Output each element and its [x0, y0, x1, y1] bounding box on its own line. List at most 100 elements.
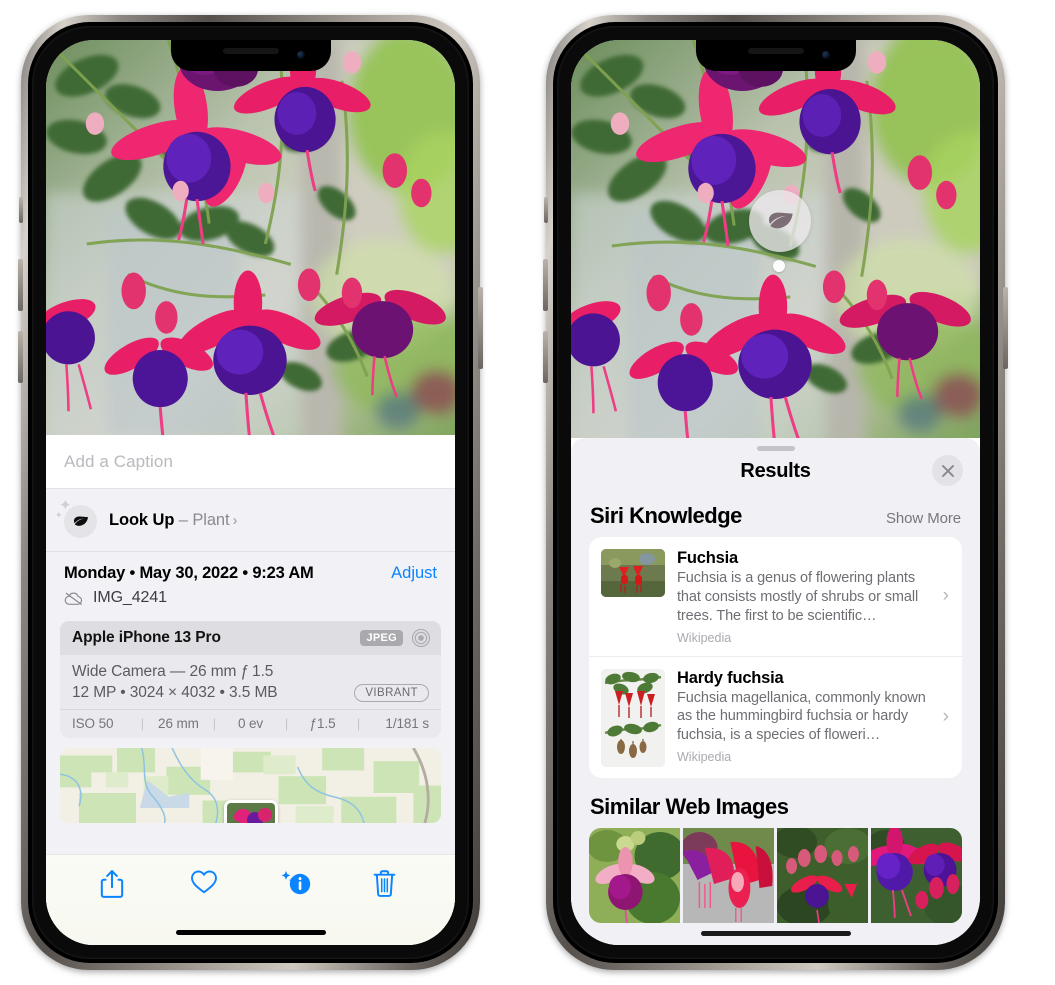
- knowledge-card-body: Hardy fuchsia Fuchsia magellanica, commo…: [677, 669, 950, 765]
- photo-filename: IMG_4241: [93, 589, 167, 606]
- visual-look-up-badge[interactable]: [749, 190, 815, 274]
- knowledge-card-body: Fuchsia Fuchsia is a genus of flowering …: [677, 549, 950, 645]
- knowledge-card-title: Fuchsia: [677, 549, 738, 567]
- siri-knowledge-card-list: Fuchsia Fuchsia is a genus of flowering …: [589, 537, 962, 778]
- photo-artwork: [46, 40, 455, 435]
- leaf-icon: [73, 516, 89, 526]
- date-and-file-row: Monday • May 30, 2022 • 9:23 AM Adjust I…: [46, 552, 455, 617]
- web-image-thumbnail[interactable]: [683, 827, 774, 923]
- web-image-3-art: [777, 827, 868, 923]
- photo-toolbar: [46, 854, 455, 945]
- file-format-badge: JPEG: [360, 630, 403, 646]
- web-image-thumbnail[interactable]: [589, 827, 680, 923]
- map-photo-pin: [223, 800, 278, 823]
- fuchsia-thumbnail-art: [601, 549, 665, 597]
- phone-bezel: Results Siri Knowledge Show More Fuchsia…: [553, 22, 998, 963]
- phone-bezel-inner: Results Siri Knowledge Show More Fuchsia…: [557, 26, 994, 959]
- image-size-info: 12 MP • 3024 × 4032 • 3.5 MB: [72, 684, 278, 701]
- web-image-4-art: [871, 827, 962, 923]
- map-pin-thumbnail: [226, 803, 275, 823]
- camera-details-header: Apple iPhone 13 Pro JPEG: [60, 621, 441, 655]
- similar-web-images-header: Similar Web Images: [571, 778, 980, 828]
- phone-left-photo-info: Add a Caption ✦ ✦ Look Up – Plant › Mond…: [18, 15, 483, 970]
- aperture-icon: [411, 628, 431, 648]
- hardy-fuchsia-thumbnail-art: [601, 668, 665, 767]
- knowledge-card[interactable]: Hardy fuchsia Fuchsia magellanica, commo…: [589, 655, 962, 778]
- camera-details-body: Wide Camera — 26 mm ƒ 1.5 12 MP • 3024 ×…: [60, 655, 441, 709]
- phone-bezel: Add a Caption ✦ ✦ Look Up – Plant › Mond…: [28, 22, 473, 963]
- home-indicator[interactable]: [175, 930, 326, 935]
- chevron-right-icon: ›: [232, 512, 238, 529]
- siri-knowledge-header: Siri Knowledge Show More: [571, 487, 980, 537]
- volume-up-button[interactable]: [18, 259, 23, 311]
- icloud-slash-icon: [64, 592, 83, 605]
- power-button[interactable]: [478, 287, 483, 369]
- exif-focal-length: 26 mm: [158, 716, 199, 731]
- knowledge-card-thumbnail: [601, 549, 665, 597]
- display-notch: [695, 40, 856, 71]
- phone-screen-left: Add a Caption ✦ ✦ Look Up – Plant › Mond…: [46, 40, 455, 945]
- power-button[interactable]: [1003, 287, 1008, 369]
- share-button[interactable]: [99, 869, 129, 901]
- exif-iso: ISO 50: [72, 716, 114, 731]
- caption-placeholder: Add a Caption: [64, 452, 174, 471]
- front-camera: [296, 51, 305, 59]
- look-up-icon-circle: [64, 505, 97, 538]
- photographic-style-badge: VIBRANT: [354, 684, 429, 702]
- camera-device-name: Apple iPhone 13 Pro: [72, 629, 221, 646]
- display-notch: [170, 40, 331, 71]
- phone-bezel-inner: Add a Caption ✦ ✦ Look Up – Plant › Mond…: [32, 26, 469, 959]
- knowledge-card-description: Fuchsia magellanica, commonly known as t…: [677, 689, 926, 744]
- exif-exposure-value: 0 ev: [237, 716, 264, 731]
- show-more-button[interactable]: Show More: [886, 510, 961, 527]
- photo-datetime: Monday • May 30, 2022 • 9:23 AM: [64, 564, 314, 582]
- camera-lens-info: Wide Camera — 26 mm ƒ 1.5: [72, 663, 274, 680]
- web-image-2-art: [683, 827, 774, 923]
- look-up-badge: ✦ ✦: [55, 498, 97, 538]
- web-image-thumbnail[interactable]: [871, 827, 962, 923]
- visual-look-up-indicator-dot: [773, 260, 785, 272]
- heart-icon: [190, 870, 217, 894]
- exif-shutter-speed: 1/181 s: [385, 716, 429, 731]
- knowledge-card-source: Wikipedia: [677, 630, 732, 645]
- volume-down-button[interactable]: [18, 331, 23, 383]
- silence-switch[interactable]: [19, 197, 23, 223]
- look-up-row[interactable]: ✦ ✦ Look Up – Plant ›: [46, 489, 455, 552]
- location-map-thumbnail[interactable]: [60, 748, 441, 823]
- home-indicator[interactable]: [700, 931, 851, 936]
- silence-switch[interactable]: [544, 197, 548, 223]
- similar-web-images-title: Similar Web Images: [590, 793, 789, 819]
- web-image-thumbnail[interactable]: [777, 827, 868, 923]
- share-icon: [100, 870, 123, 898]
- trash-icon: [374, 870, 396, 897]
- photo-fuchsia-plant[interactable]: [46, 40, 455, 435]
- caption-field[interactable]: Add a Caption: [46, 435, 455, 489]
- chevron-right-icon: ›: [942, 585, 949, 607]
- volume-up-button[interactable]: [543, 259, 548, 311]
- results-sheet: Results Siri Knowledge Show More Fuchsia…: [571, 438, 980, 945]
- leaf-icon: [768, 212, 793, 229]
- volume-down-button[interactable]: [543, 331, 548, 383]
- earpiece-speaker: [222, 48, 279, 54]
- sparkle-icon-small: ✦: [55, 510, 63, 520]
- photo-info-panel: Add a Caption ✦ ✦ Look Up – Plant › Mond…: [46, 435, 455, 945]
- favorite-button[interactable]: [190, 869, 220, 901]
- screenshot-stage: Add a Caption ✦ ✦ Look Up – Plant › Mond…: [0, 0, 1055, 985]
- knowledge-card-source: Wikipedia: [677, 750, 732, 765]
- info-sparkle-icon: [281, 871, 311, 895]
- camera-details-card[interactable]: Apple iPhone 13 Pro JPEG Wide Camera — 2…: [60, 621, 441, 738]
- chevron-right-icon: ›: [942, 706, 949, 728]
- web-image-1-art: [589, 827, 680, 923]
- knowledge-card-description: Fuchsia is a genus of flowering plants t…: [677, 570, 919, 624]
- info-button[interactable]: [281, 869, 311, 901]
- visual-look-up-circle: [749, 190, 811, 252]
- earpiece-speaker: [747, 48, 804, 54]
- phone-right-visual-lookup-results: Results Siri Knowledge Show More Fuchsia…: [543, 15, 1008, 970]
- knowledge-card[interactable]: Fuchsia Fuchsia is a genus of flowering …: [589, 537, 962, 656]
- similar-web-images-row: [589, 827, 962, 923]
- photo-fuchsia-plant[interactable]: [571, 40, 980, 438]
- adjust-button[interactable]: Adjust: [391, 564, 437, 583]
- delete-button[interactable]: [372, 869, 402, 901]
- look-up-label: Look Up – Plant ›: [109, 511, 237, 530]
- close-button[interactable]: [932, 455, 963, 486]
